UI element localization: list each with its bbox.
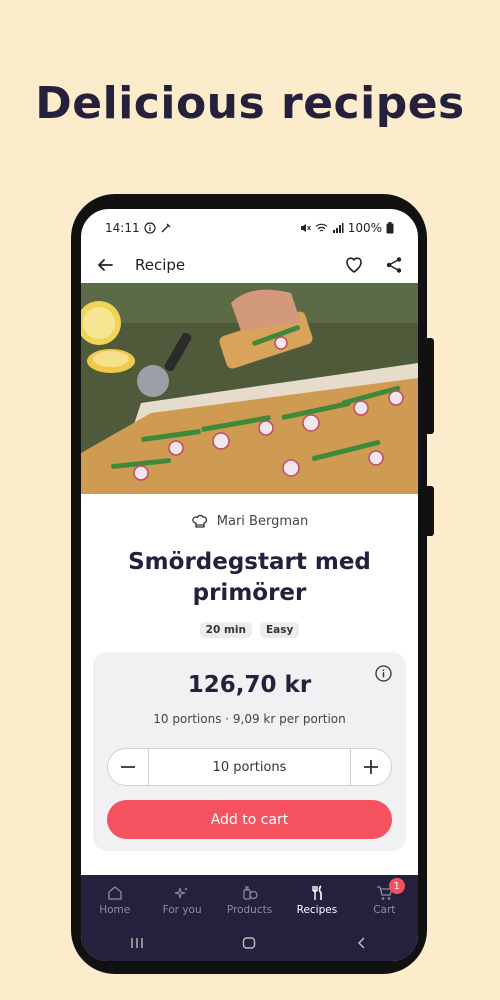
heart-icon <box>346 257 362 273</box>
share-icon <box>386 257 402 273</box>
battery-level: 100% <box>347 221 382 235</box>
price-card: 126,70 kr 10 portions · 9,09 kr per port… <box>93 652 406 851</box>
nav-item-home[interactable]: Home <box>81 875 148 925</box>
time-tag: 20 min <box>199 622 252 638</box>
portions-value[interactable]: 10 portions <box>148 749 351 785</box>
system-navigation-bar <box>81 925 418 961</box>
share-button[interactable] <box>382 253 406 277</box>
difficulty-tag: Easy <box>259 622 300 638</box>
home-icon <box>108 885 122 900</box>
nav-label-recipes: Recipes <box>296 903 338 916</box>
recipe-hero-image <box>81 283 418 494</box>
plus-icon <box>364 760 378 774</box>
power-button <box>427 486 434 536</box>
nav-item-cart[interactable]: Cart 1 <box>351 875 418 925</box>
add-to-cart-button[interactable]: Add to cart <box>107 800 392 839</box>
price-per-portion: 10 portions · 9,09 kr per portion <box>153 712 346 726</box>
favorite-button[interactable] <box>342 253 366 277</box>
tools-status-icon <box>161 223 171 233</box>
nav-label-home: Home <box>99 903 131 916</box>
wifi-icon <box>315 223 328 232</box>
nav-item-products[interactable]: Products <box>216 875 283 925</box>
cart-count-badge: 1 <box>388 878 405 894</box>
recent-apps-icon[interactable] <box>130 936 144 950</box>
status-bar: 14:11 100% <box>81 209 418 247</box>
mute-icon <box>300 224 311 232</box>
nav-item-recipes[interactable]: Recipes <box>283 875 350 925</box>
signal-icon <box>332 223 344 233</box>
status-time: 14:11 <box>105 221 140 235</box>
nav-label-for-you: For you <box>162 903 202 916</box>
nav-label-products: Products <box>226 903 273 916</box>
nav-item-for-you[interactable]: For you <box>148 875 215 925</box>
page-headline: Delicious recipes <box>35 78 465 129</box>
arrow-left-icon <box>98 259 113 271</box>
back-button[interactable] <box>93 253 117 277</box>
price-total: 126,70 kr <box>187 672 312 698</box>
minus-icon <box>121 766 135 768</box>
recipe-tags: 20 min Easy <box>81 622 418 638</box>
fork-knife-icon <box>312 884 322 900</box>
system-back-icon[interactable] <box>355 936 369 950</box>
app-bar-title: Recipe <box>135 256 186 274</box>
products-icon <box>242 885 258 900</box>
recipe-title: Smördegstart med primörer <box>128 549 371 606</box>
phone-screen: 14:11 100% Recipe Mari Bergman Smördegst… <box>81 209 418 961</box>
decrease-portions-button[interactable] <box>108 749 148 785</box>
info-status-icon <box>143 222 156 234</box>
chef-hat-icon <box>192 514 207 528</box>
sparkle-icon <box>174 886 189 898</box>
battery-icon <box>386 222 394 234</box>
increase-portions-button[interactable] <box>351 749 391 785</box>
app-bar: Recipe <box>81 247 418 283</box>
volume-button <box>427 338 434 434</box>
portion-stepper: 10 portions <box>107 748 392 786</box>
recipe-author: Mari Bergman <box>81 512 418 530</box>
system-home-icon[interactable] <box>242 936 256 950</box>
tart-photo <box>81 283 418 494</box>
bottom-navigation: Home For you Products Recipes Cart 1 <box>81 875 418 925</box>
author-name[interactable]: Mari Bergman <box>217 514 308 529</box>
nav-label-cart: Cart <box>373 903 396 916</box>
